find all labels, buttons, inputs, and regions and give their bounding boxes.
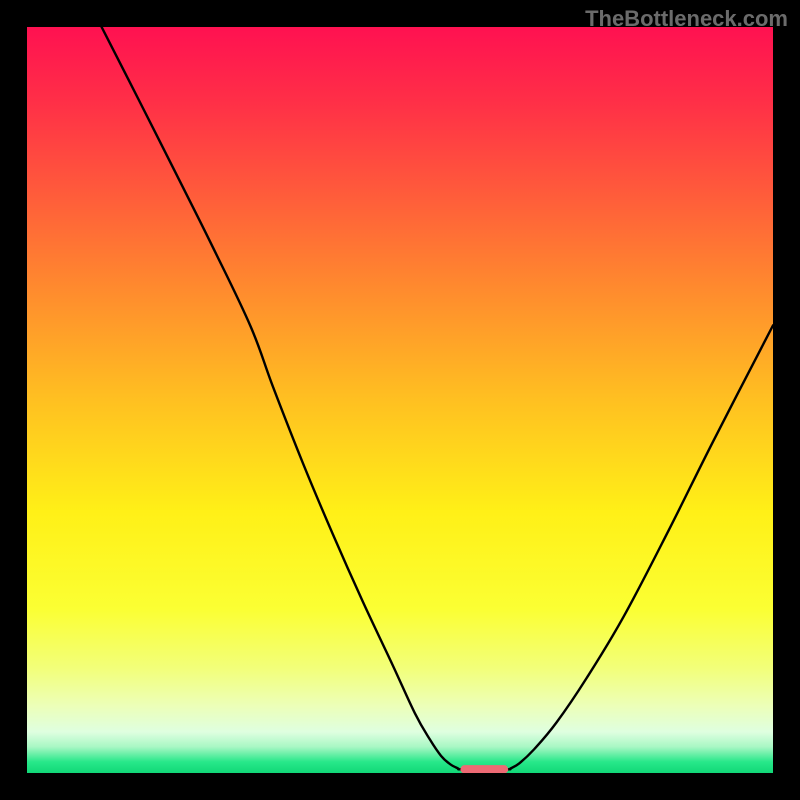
gradient-background [27,27,773,773]
bottleneck-chart [27,27,773,773]
plot-area [27,27,773,773]
chart-frame: TheBottleneck.com [0,0,800,800]
optimal-range-marker [460,765,508,773]
